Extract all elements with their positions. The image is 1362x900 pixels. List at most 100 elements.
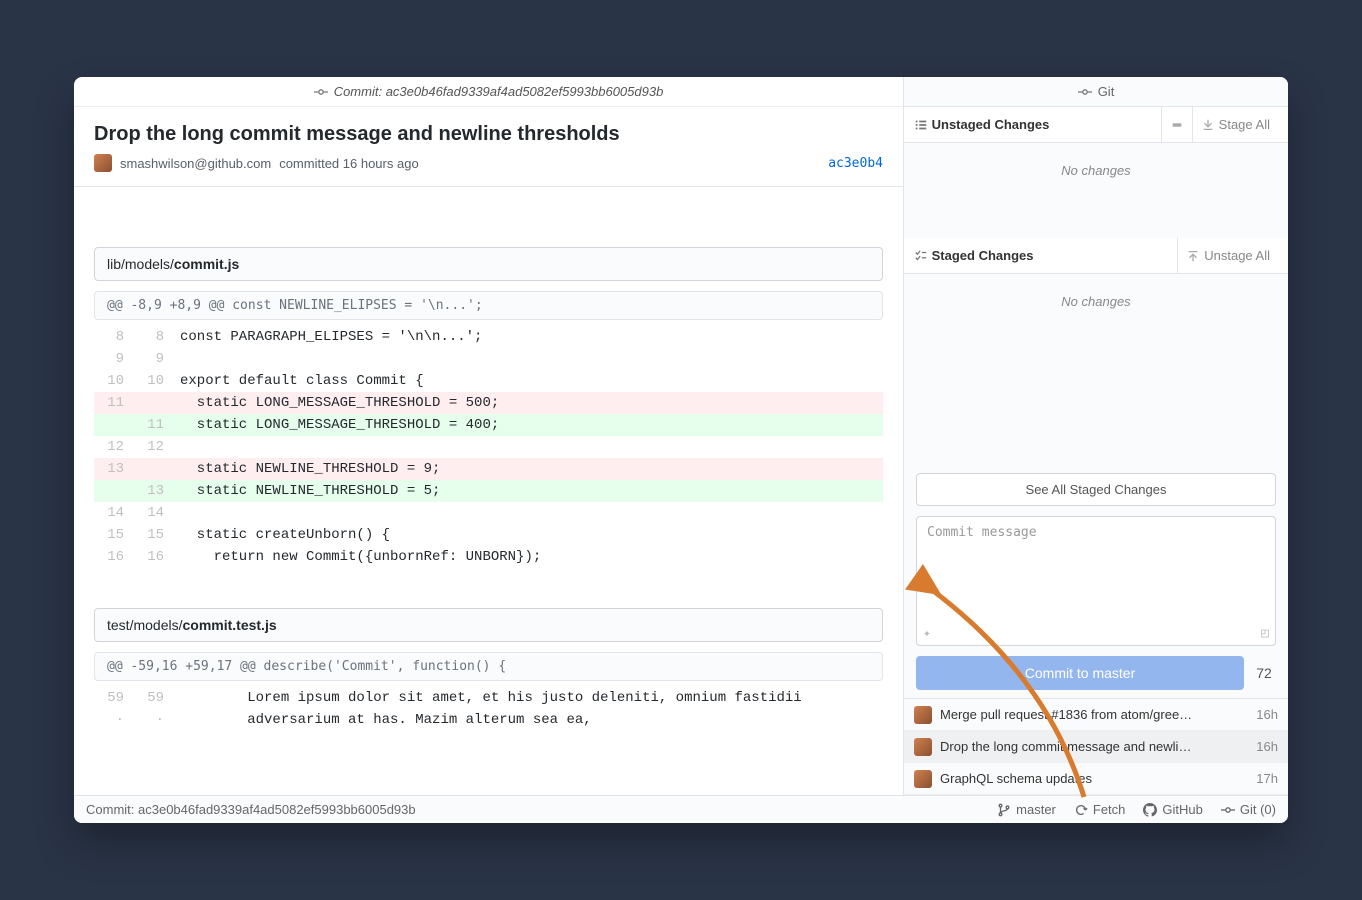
commit-message-placeholder: Commit message bbox=[927, 525, 1037, 540]
old-line-number: 12 bbox=[94, 439, 134, 455]
new-line-number: 12 bbox=[134, 439, 174, 455]
git-status-button[interactable]: Git (0) bbox=[1221, 802, 1276, 817]
recent-commits-list: Merge pull request #1836 from atom/gree…… bbox=[904, 698, 1288, 795]
git-status-label: Git (0) bbox=[1240, 802, 1276, 817]
new-line-number: 8 bbox=[134, 329, 174, 345]
commit-icon bbox=[314, 85, 328, 99]
file-header[interactable]: test/models/commit.test.js bbox=[94, 608, 883, 642]
avatar bbox=[914, 706, 932, 724]
diff-line[interactable]: ·· adversarium at has. Mazim alterum sea… bbox=[94, 709, 883, 731]
collapse-unstaged-button[interactable] bbox=[1161, 107, 1192, 142]
list-icon bbox=[914, 118, 928, 132]
file-header[interactable]: lib/models/commit.js bbox=[94, 247, 883, 281]
github-icon bbox=[1143, 803, 1157, 817]
diff-line[interactable]: 11 static LONG_MESSAGE_THRESHOLD = 400; bbox=[94, 414, 883, 436]
old-line-number: 8 bbox=[94, 329, 134, 345]
diff-line[interactable]: 5959 Lorem ipsum dolor sit amet, et his … bbox=[94, 687, 883, 709]
old-line-number: 59 bbox=[94, 690, 134, 706]
commit-time: 16h bbox=[1256, 739, 1278, 754]
code-content: static NEWLINE_THRESHOLD = 5; bbox=[174, 483, 883, 499]
diff-scroll[interactable]: lib/models/commit.js @@ -8,9 +8,9 @@ cons… bbox=[74, 187, 903, 795]
new-line-number: 11 bbox=[134, 417, 174, 433]
code-content: static createUnborn() { bbox=[174, 527, 883, 543]
branch-indicator[interactable]: master bbox=[997, 802, 1056, 817]
commit-sha-link[interactable]: ac3e0b4 bbox=[828, 156, 883, 171]
commit-detail-pane: Commit: ac3e0b46fad9339af4ad5082ef5993bb… bbox=[74, 77, 904, 795]
file-block: test/models/commit.test.js @@ -59,16 +59,… bbox=[94, 608, 883, 731]
checklist-icon bbox=[914, 249, 928, 263]
diff-line[interactable]: 11 static LONG_MESSAGE_THRESHOLD = 500; bbox=[94, 392, 883, 414]
git-branch-icon bbox=[997, 803, 1011, 817]
new-line-number: 14 bbox=[134, 505, 174, 521]
new-line-number: 9 bbox=[134, 351, 174, 367]
recent-commit-row[interactable]: GraphQL schema updates 17h bbox=[904, 763, 1288, 795]
code-content: return new Commit({unbornRef: UNBORN}); bbox=[174, 549, 883, 565]
old-line-number: 13 bbox=[94, 461, 134, 477]
stage-all-button[interactable]: Stage All bbox=[1192, 107, 1278, 142]
recent-commit-row[interactable]: Merge pull request #1836 from atom/gree…… bbox=[904, 699, 1288, 731]
diff-line[interactable]: 13 static NEWLINE_THRESHOLD = 5; bbox=[94, 480, 883, 502]
code-content: const PARAGRAPH_ELIPSES = '\n\n...'; bbox=[174, 329, 883, 345]
diff-line[interactable]: 88const PARAGRAPH_ELIPSES = '\n\n...'; bbox=[94, 326, 883, 348]
commit-time: 17h bbox=[1256, 771, 1278, 786]
move-down-icon bbox=[1201, 118, 1215, 132]
sync-icon bbox=[1074, 803, 1088, 817]
hunk-header: @@ -8,9 +8,9 @@ const NEWLINE_ELIPSES = … bbox=[94, 291, 883, 320]
git-panel-title: Git bbox=[1098, 84, 1115, 99]
staged-section-bar: Staged Changes Unstage All bbox=[904, 238, 1288, 274]
move-up-icon bbox=[1186, 249, 1200, 263]
commit-char-count: 72 bbox=[1252, 665, 1276, 681]
avatar bbox=[914, 770, 932, 788]
code-content: static LONG_MESSAGE_THRESHOLD = 400; bbox=[174, 417, 883, 433]
unstaged-section-bar: Unstaged Changes Stage All bbox=[904, 107, 1288, 143]
commit-message: GraphQL schema updates bbox=[940, 771, 1248, 786]
unstage-all-label: Unstage All bbox=[1204, 248, 1270, 263]
status-left: Commit: ac3e0b46fad9339af4ad5082ef5993bb… bbox=[86, 802, 416, 817]
diff-line[interactable]: 1010export default class Commit { bbox=[94, 370, 883, 392]
diff-line[interactable]: 1414 bbox=[94, 502, 883, 524]
commit-message: Drop the long commit message and newli… bbox=[940, 739, 1248, 754]
recent-commit-row[interactable]: Drop the long commit message and newli… 1… bbox=[904, 731, 1288, 763]
diff-lines: 5959 Lorem ipsum dolor sit amet, et his … bbox=[94, 687, 883, 731]
diff-line[interactable]: 13 static NEWLINE_THRESHOLD = 9; bbox=[94, 458, 883, 480]
diff-line[interactable]: 99 bbox=[94, 348, 883, 370]
old-line-number: 9 bbox=[94, 351, 134, 367]
new-line-number: · bbox=[134, 712, 174, 728]
file-block: lib/models/commit.js @@ -8,9 +8,9 @@ cons… bbox=[94, 247, 883, 568]
collapse-icon bbox=[1170, 118, 1184, 132]
code-content: Lorem ipsum dolor sit amet, et his justo… bbox=[174, 690, 883, 706]
commit-icon bbox=[1221, 803, 1235, 817]
status-bar: Commit: ac3e0b46fad9339af4ad5082ef5993bb… bbox=[74, 795, 1288, 823]
commit-icon bbox=[1078, 85, 1092, 99]
old-line-number: · bbox=[94, 712, 134, 728]
new-line-number: 13 bbox=[134, 483, 174, 499]
unstage-all-button[interactable]: Unstage All bbox=[1177, 238, 1278, 273]
code-content: static NEWLINE_THRESHOLD = 9; bbox=[174, 461, 883, 477]
hunk-header: @@ -59,16 +59,17 @@ describe('Commit', f… bbox=[94, 652, 883, 681]
code-content: adversarium at has. Mazim alterum sea ea… bbox=[174, 712, 883, 728]
new-line-number: 16 bbox=[134, 549, 174, 565]
fetch-button[interactable]: Fetch bbox=[1074, 802, 1126, 817]
commit-message-input[interactable]: Commit message ✦ ◰ bbox=[916, 516, 1276, 646]
commit-time: 16h bbox=[1256, 707, 1278, 722]
expand-icon[interactable]: ✦ bbox=[923, 626, 931, 641]
diff-line[interactable]: 1515 static createUnborn() { bbox=[94, 524, 883, 546]
stage-all-label: Stage All bbox=[1219, 117, 1270, 132]
author-email: smashwilson@github.com bbox=[120, 156, 271, 171]
commit-time: committed 16 hours ago bbox=[279, 156, 418, 171]
old-line-number: 11 bbox=[94, 395, 134, 411]
diff-line[interactable]: 1616 return new Commit({unbornRef: UNBOR… bbox=[94, 546, 883, 568]
main-split: Commit: ac3e0b46fad9339af4ad5082ef5993bb… bbox=[74, 77, 1288, 795]
github-button[interactable]: GitHub bbox=[1143, 802, 1202, 817]
git-panel: Git Unstaged Changes Stage All No change… bbox=[904, 77, 1288, 795]
commit-tab[interactable]: Commit: ac3e0b46fad9339af4ad5082ef5993bb… bbox=[74, 77, 903, 107]
resize-icon[interactable]: ◰ bbox=[1261, 626, 1269, 641]
commit-button[interactable]: Commit to master bbox=[916, 656, 1244, 690]
old-line-number: 15 bbox=[94, 527, 134, 543]
see-all-staged-button[interactable]: See All Staged Changes bbox=[916, 473, 1276, 506]
staged-empty: No changes bbox=[904, 274, 1288, 473]
old-line-number: 16 bbox=[94, 549, 134, 565]
github-label: GitHub bbox=[1162, 802, 1202, 817]
new-line-number: 59 bbox=[134, 690, 174, 706]
diff-line[interactable]: 1212 bbox=[94, 436, 883, 458]
